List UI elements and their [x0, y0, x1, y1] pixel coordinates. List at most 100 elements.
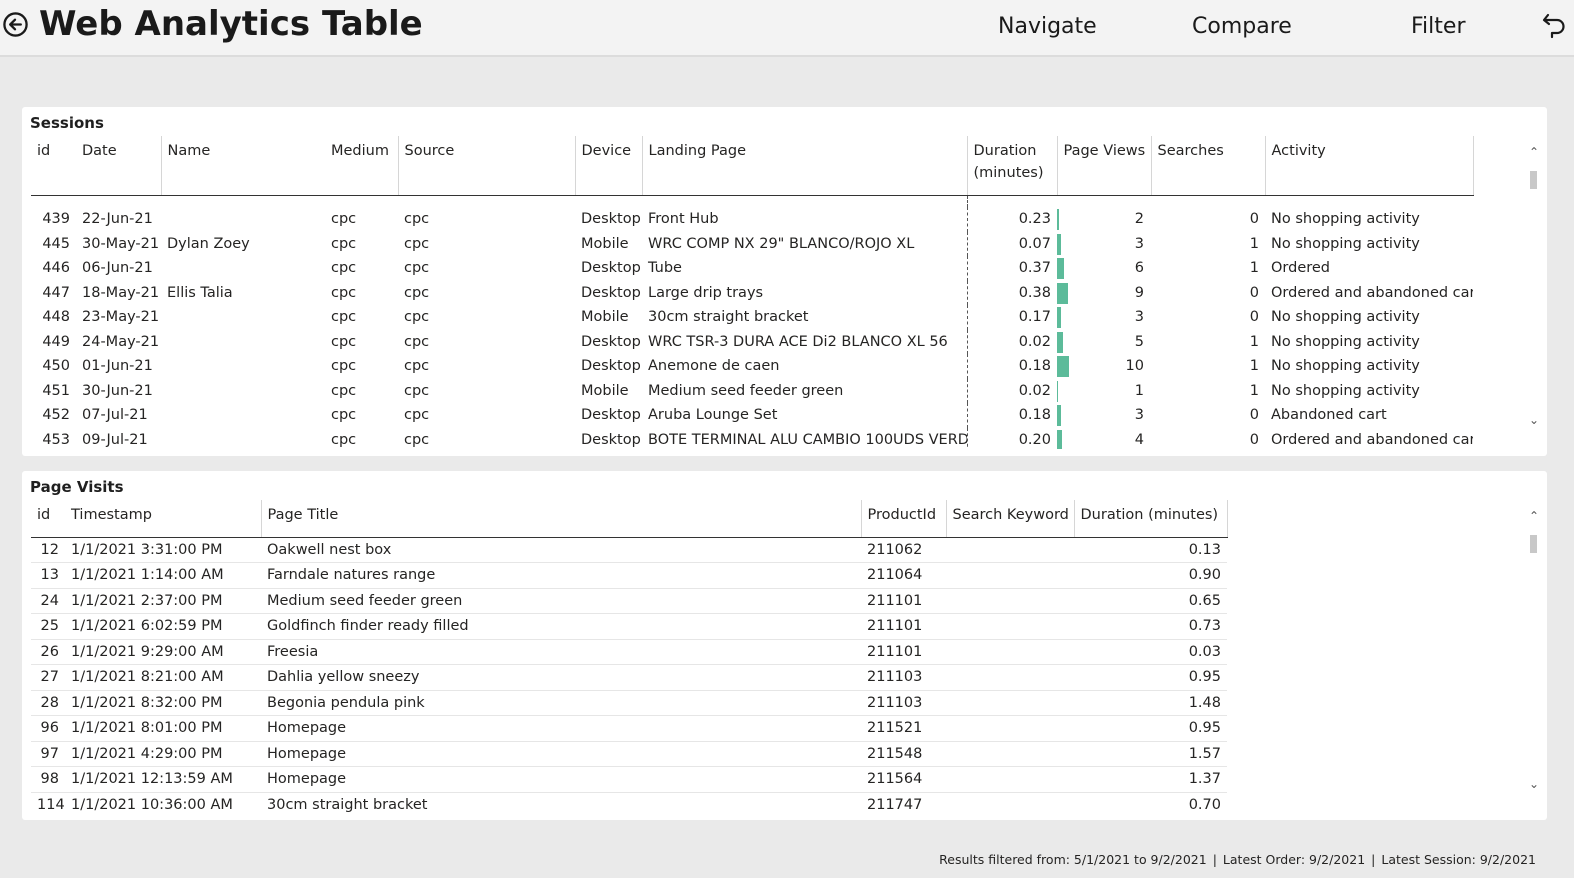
cell-duration: 0.65 [1074, 588, 1227, 614]
cell-product-id: 211103 [861, 690, 946, 716]
table-row[interactable]: 446 06-Jun-21 cpc cpc Desktop Tube 0.37 6 1 Order… [31, 256, 1473, 281]
table-row[interactable]: 445 30-May-21 Dylan Zoey cpc cpc Mobile WRC CO… [31, 231, 1473, 257]
table-row[interactable]: 114 1/1/2021 10:36:00 AM 30cm straight bra… [31, 792, 1227, 813]
table-row[interactable]: 448 23-May-21 cpc cpc Mobile 30cm straight br… [31, 305, 1473, 330]
col-header-product-id[interactable]: ProductId [860, 500, 946, 538]
cell-timestamp: 1/1/2021 1:14:00 AM [65, 562, 261, 589]
cell-id: 25 [31, 613, 65, 640]
sessions-title: Sessions [30, 114, 104, 132]
navigate-button[interactable]: Navigate [998, 14, 1097, 39]
col-header-duration[interactable]: Duration (minutes) [1073, 500, 1228, 538]
cell-date: 30-Jun-21 [82, 382, 153, 399]
back-arrow-icon[interactable] [2, 11, 29, 38]
page-views-value: 1 [1134, 382, 1144, 399]
cell-timestamp: 1/1/2021 2:37:00 PM [65, 588, 261, 614]
col-header-searches[interactable]: Searches [1150, 136, 1265, 196]
table-row[interactable]: 453 09-Jul-21 cpc cpc Desktop BOTE TERMINAL A… [31, 427, 1473, 449]
table-row[interactable]: 439 22-Jun-21 cpc cpc Desktop Front Hub 0.23 2 0… [31, 207, 1473, 232]
cell-id: 97 [31, 741, 65, 767]
col-header-timestamp[interactable]: Timestamp [65, 500, 261, 538]
col-header-source[interactable]: Source [397, 136, 575, 196]
filter-button[interactable]: Filter [1411, 14, 1465, 39]
page-visits-title: Page Visits [30, 478, 124, 496]
cell-page-title: Begonia pendula pink [261, 690, 861, 716]
cell-id: 26 [31, 639, 65, 665]
table-row[interactable]: 451 30-Jun-21 cpc cpc Mobile Medium seed feed… [31, 378, 1473, 404]
col-header-id[interactable]: id [31, 500, 65, 538]
cell-landing-page: Medium seed feeder green [648, 382, 844, 399]
table-row[interactable]: 447 18-May-21 Ellis Talia cpc cpc Desktop Larg… [31, 280, 1473, 305]
col-header-duration[interactable]: Duration (minutes) [966, 136, 1057, 196]
col-header-page-views[interactable]: Page Views [1056, 136, 1151, 196]
table-row[interactable]: 13 1/1/2021 1:14:00 AM Farndale natures ra… [31, 562, 1227, 589]
cell-product-id: 211521 [861, 715, 946, 742]
table-row[interactable]: 28 1/1/2021 8:32:00 PM Begonia pendula pin… [31, 690, 1227, 716]
cell-page-views: 4 [1057, 428, 1151, 449]
cell-searches: 1 [1249, 333, 1259, 350]
cell-duration: 1.57 [1074, 741, 1227, 767]
col-header-activity[interactable]: Activity [1264, 136, 1474, 196]
table-row[interactable]: 97 1/1/2021 4:29:00 PM Homepage 211548 1.57 [31, 741, 1227, 767]
cell-search-keyword [946, 588, 1074, 614]
cell-name [161, 379, 325, 404]
sessions-scroll-up-icon[interactable]: ⌃ [1529, 145, 1539, 159]
cell-duration: 0.13 [1074, 537, 1227, 563]
cell-medium: cpc [331, 284, 357, 301]
cell-duration: 1.48 [1074, 690, 1227, 716]
cell-activity: Ordered [1271, 260, 1331, 276]
table-row[interactable]: 450 01-Jun-21 cpc cpc Desktop Anemone de caen… [31, 354, 1473, 379]
page-views-value: 10 [1125, 358, 1144, 374]
table-row[interactable]: 12 1/1/2021 3:31:00 PM Oakwell nest box 211… [31, 537, 1227, 563]
page-visits-scrollbar-thumb[interactable] [1530, 535, 1537, 553]
sessions-scrollbar-thumb[interactable] [1530, 171, 1537, 189]
cell-search-keyword [946, 690, 1074, 716]
table-row[interactable]: 452 07-Jul-21 cpc cpc Desktop Aruba Lounge Se… [31, 403, 1473, 428]
filter-range-text: Results filtered from: 5/1/2021 to 9/2/2… [939, 852, 1207, 867]
col-header-name[interactable]: Name [160, 136, 325, 196]
col-header-id[interactable]: id [31, 136, 76, 196]
cell-source: cpc [404, 431, 430, 448]
cell-date: 09-Jul-21 [82, 431, 148, 448]
table-row[interactable]: 449 24-May-21 cpc cpc Desktop WRC TSR-3 DURA … [31, 329, 1473, 354]
cell-duration: 0.18 [966, 403, 1057, 428]
sessions-table-viewport[interactable]: id Date Name Medium Source Device Landin… [31, 136, 1494, 449]
cell-device: Desktop [581, 260, 641, 276]
cell-landing-page: Front Hub [648, 211, 719, 227]
cell-page-views: 3 [1057, 232, 1151, 257]
cell-device: Mobile [581, 382, 629, 399]
table-row[interactable]: 27 1/1/2021 8:21:00 AM Dahlia yellow sneez… [31, 664, 1227, 691]
col-header-search-keyword[interactable]: Search Keyword [945, 500, 1074, 538]
cell-page-views: 1 [1057, 379, 1151, 404]
undo-arrow-icon[interactable] [1541, 11, 1567, 39]
cell-id: 448 [42, 309, 70, 325]
cell-page-title: Homepage [261, 741, 861, 767]
cell-page-views: 6 [1057, 256, 1151, 281]
cell-activity: Ordered and abandoned cart [1271, 431, 1473, 448]
col-header-date[interactable]: Date [76, 136, 161, 196]
cell-searches: 0 [1249, 431, 1259, 448]
cell-name [161, 354, 325, 379]
table-row[interactable]: 98 1/1/2021 12:13:59 AM Homepage 211564 1.37 [31, 766, 1227, 793]
table-row[interactable]: 96 1/1/2021 8:01:00 PM Homepage 211521 0.95 [31, 715, 1227, 742]
table-row[interactable]: 26 1/1/2021 9:29:00 AM Freesia 211101 0.03 [31, 639, 1227, 665]
page-visits-table-viewport[interactable]: id Timestamp Page Title ProductId Search… [31, 500, 1251, 813]
cell-id: 96 [31, 715, 65, 742]
cell-timestamp: 1/1/2021 8:01:00 PM [65, 715, 261, 742]
cell-duration: 0.07 [966, 231, 1057, 256]
table-row[interactable]: 24 1/1/2021 2:37:00 PM Medium seed feeder … [31, 588, 1227, 614]
col-header-medium[interactable]: Medium [325, 136, 398, 196]
cell-landing-page: Large drip trays [648, 284, 764, 301]
col-header-landing-page[interactable]: Landing Page [641, 136, 967, 196]
cell-page-title: Farndale natures range [261, 562, 861, 589]
compare-button[interactable]: Compare [1192, 14, 1292, 39]
cell-searches: 1 [1249, 382, 1259, 399]
cell-landing-page: Anemone de caen [648, 358, 780, 374]
col-header-page-title[interactable]: Page Title [260, 500, 861, 538]
table-row[interactable]: 25 1/1/2021 6:02:59 PM Goldfinch finder re… [31, 613, 1227, 640]
cell-duration: 0.90 [1074, 562, 1227, 589]
col-header-device[interactable]: Device [574, 136, 642, 196]
page-visits-scroll-up-icon[interactable]: ⌃ [1529, 509, 1539, 523]
cell-duration: 0.23 [966, 207, 1057, 232]
sessions-scroll-down-icon[interactable]: ⌄ [1529, 413, 1539, 427]
page-visits-scroll-down-icon[interactable]: ⌄ [1529, 777, 1539, 791]
